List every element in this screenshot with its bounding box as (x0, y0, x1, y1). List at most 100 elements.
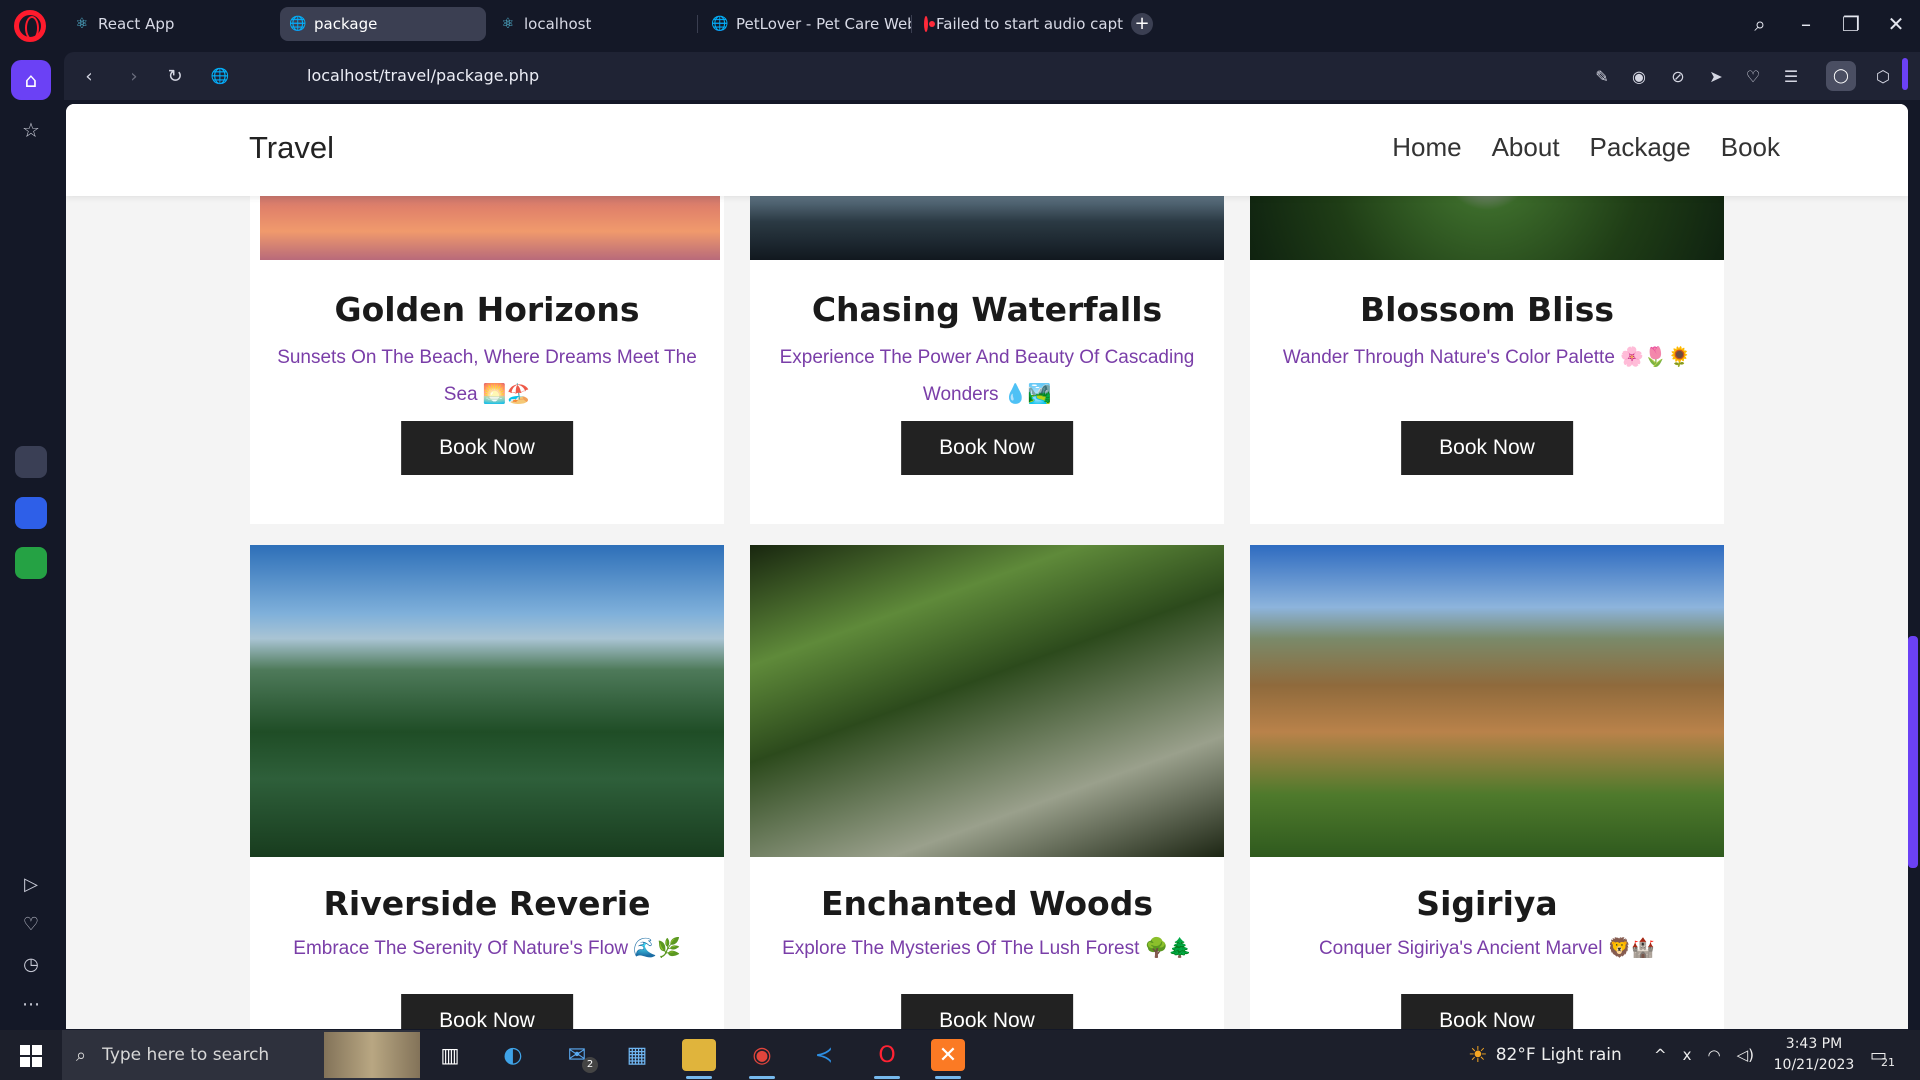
browser-tab-strip: ⚛ React App 🌐 package ⚛ localhost 🌐 PetL… (0, 0, 1920, 48)
sidebar-accent (1902, 58, 1908, 90)
tab-search-icon[interactable]: ⌕ (1740, 8, 1780, 40)
nav-about[interactable]: About (1492, 132, 1560, 163)
minimize-icon[interactable]: – (1786, 8, 1826, 40)
input-method-icon[interactable]: ⅹ (1683, 1046, 1692, 1064)
card-description: Embrace The Serenity Of Nature's Flow 🌊🌿 (293, 938, 681, 959)
profile-icon[interactable]: ◯ (1826, 61, 1856, 91)
weather-widget[interactable]: ☀ 82°F Light rain (1468, 1030, 1622, 1080)
card-description: Explore The Mysteries Of The Lush Forest… (782, 938, 1192, 959)
close-icon[interactable]: ✕ (1876, 8, 1916, 40)
tab-petlover[interactable]: 🌐 PetLover - Pet Care Websi (702, 7, 912, 41)
book-now-button[interactable]: Book Now (1401, 994, 1573, 1029)
site-header: Travel Home About Package Book (66, 104, 1908, 196)
wifi-icon[interactable]: ◠ (1707, 1046, 1720, 1064)
nav-book[interactable]: Book (1721, 132, 1780, 163)
book-now-button[interactable]: Book Now (901, 421, 1073, 475)
package-card-enchanted-woods: Enchanted Woods Explore The Mysteries Of… (750, 545, 1224, 1029)
card-image (1250, 545, 1724, 857)
notification-center[interactable]: ▭ 21 (1870, 1030, 1895, 1080)
nav-package[interactable]: Package (1590, 132, 1691, 163)
mail-badge: 2 (582, 1057, 598, 1073)
reload-icon[interactable]: ↻ (163, 64, 187, 88)
tab-react-app[interactable]: ⚛ React App (64, 7, 276, 41)
package-card-riverside-reverie: Riverside Reverie Embrace The Serenity O… (250, 545, 724, 1029)
mail-icon[interactable]: ✉ 2 (560, 1039, 598, 1073)
book-now-button[interactable]: Book Now (401, 421, 573, 475)
page-viewport: Travel Home About Package Book Golden Ho… (66, 104, 1908, 1029)
windows-taskbar: ⌕ Type here to search ▥ ◐ ✉ 2 ▦ ◉ ≺ O ✕ … (0, 1030, 1920, 1080)
globe-icon: 🌐 (711, 16, 729, 32)
new-tab-button[interactable]: + (1131, 13, 1153, 35)
search-placeholder: Type here to search (102, 1045, 270, 1065)
site-brand[interactable]: Travel (249, 130, 334, 166)
heart-icon[interactable]: ♡ (11, 904, 51, 944)
task-view-icon[interactable]: ▥ (433, 1039, 467, 1071)
store-icon[interactable]: ▦ (620, 1039, 654, 1071)
site-info-icon[interactable]: 🌐 (208, 64, 232, 88)
react-icon: ⚛ (501, 16, 515, 32)
history-icon[interactable]: ◷ (11, 944, 51, 984)
weather-text: 82°F Light rain (1495, 1045, 1622, 1065)
book-now-button[interactable]: Book Now (1401, 421, 1573, 475)
edge-icon[interactable]: ◐ (496, 1039, 530, 1071)
react-icon: ⚛ (75, 16, 89, 32)
card-title: Riverside Reverie (323, 884, 651, 923)
card-description: Conquer Sigiriya's Ancient Marvel 🦁🏰 (1318, 938, 1656, 959)
restore-icon[interactable]: ❐ (1831, 8, 1871, 40)
book-now-button[interactable]: Book Now (401, 994, 573, 1029)
taskbar-clock[interactable]: 3:43 PM 10/21/2023 (1768, 1034, 1860, 1076)
card-title: Blossom Bliss (1359, 290, 1615, 329)
home-icon[interactable]: ⌂ (11, 60, 51, 100)
vscode-icon[interactable]: ≺ (807, 1039, 841, 1071)
tray-overflow-icon[interactable]: ^ (1654, 1046, 1667, 1064)
opera-menu-icon[interactable] (14, 10, 46, 42)
clock-date: 10/21/2023 (1773, 1057, 1855, 1073)
address-input[interactable]: localhost/travel/package.php (307, 66, 539, 85)
card-description: Sunsets On The Beach, Where Dreams Meet … (277, 347, 697, 405)
bookmark-heart-icon[interactable]: ♡ (1741, 64, 1765, 88)
nav-home[interactable]: Home (1392, 132, 1461, 163)
globe-icon: 🌐 (289, 16, 307, 32)
tab-label: PetLover - Pet Care Websi (736, 15, 912, 33)
page-scrollbar[interactable] (1908, 636, 1918, 868)
whatsapp-icon[interactable] (15, 547, 47, 579)
card-image (750, 545, 1224, 857)
more-icon[interactable]: ⋯ (11, 984, 51, 1024)
adblock-icon[interactable]: ⊘ (1666, 64, 1690, 88)
book-now-button[interactable]: Book Now (901, 994, 1073, 1029)
chrome-icon[interactable]: ◉ (745, 1039, 779, 1079)
clock-time: 3:43 PM (1785, 1036, 1843, 1052)
opera-taskbar-icon[interactable]: O (870, 1039, 904, 1079)
tab-label: package (314, 15, 378, 33)
search-highlight-image (324, 1032, 420, 1078)
camera-icon[interactable]: ◉ (1627, 64, 1651, 88)
volume-icon[interactable]: ◁) (1737, 1046, 1754, 1064)
messenger-icon[interactable] (15, 497, 47, 529)
windows-start-icon[interactable] (20, 1045, 42, 1067)
aria-icon[interactable] (15, 446, 47, 478)
tab-label: React App (98, 15, 175, 33)
extensions-icon[interactable]: ⬡ (1871, 64, 1895, 88)
card-title: Chasing Waterfalls (811, 290, 1163, 329)
taskbar-search[interactable]: ⌕ Type here to search (62, 1030, 420, 1080)
site-nav-links: Home About Package Book (1392, 132, 1780, 163)
send-icon[interactable]: ➤ (1704, 64, 1728, 88)
player-icon[interactable]: ▷ (11, 864, 51, 904)
tab-localhost[interactable]: ⚛ localhost (490, 7, 698, 41)
tab-package[interactable]: 🌐 package (280, 7, 486, 41)
file-explorer-icon[interactable] (682, 1039, 716, 1079)
star-icon[interactable]: ☆ (11, 110, 51, 150)
tab-audio-capture[interactable]: Failed to start audio captu (914, 7, 1124, 41)
xampp-icon[interactable]: ✕ (931, 1039, 965, 1079)
card-title: Sigiriya (1416, 884, 1558, 923)
forward-icon[interactable]: › (122, 64, 146, 88)
snapshot-edit-icon[interactable]: ✎ (1590, 64, 1614, 88)
system-tray: ^ ⅹ ◠ ◁) (1654, 1030, 1754, 1080)
weather-icon: ☀ (1468, 1042, 1488, 1068)
back-icon[interactable]: ‹ (77, 64, 101, 88)
package-card-sigiriya: Sigiriya Conquer Sigiriya's Ancient Marv… (1250, 545, 1724, 1029)
address-toolbar: ‹ › ↻ 🌐 localhost/travel/package.php ✎ ◉… (64, 52, 1920, 100)
easy-setup-icon[interactable]: ☰ (1779, 64, 1803, 88)
search-icon: ⌕ (76, 1044, 87, 1066)
tab-label: Failed to start audio captu (936, 15, 1124, 33)
